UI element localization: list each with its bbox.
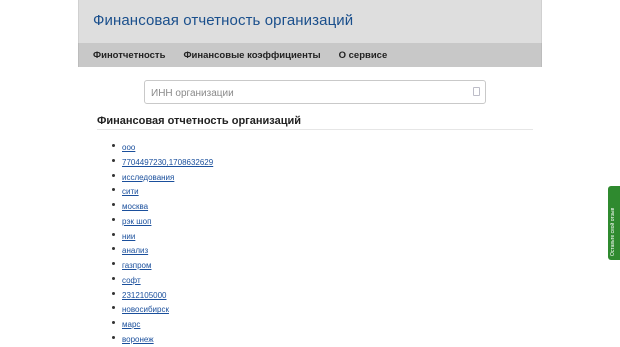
list-link[interactable]: воронеж [122,335,154,344]
list-item: 7704497230,1708632629 [112,154,213,169]
search-input[interactable] [149,84,465,102]
nav-item-fin-ratios[interactable]: Финансовые коэффициенты [183,50,320,61]
section-title: Финансовая отчетность организаций [97,115,301,127]
list-link[interactable]: газпром [122,261,152,270]
list-link[interactable]: софт [122,276,141,285]
list-item: софт [112,272,213,287]
nav-item-about[interactable]: О сервисе [339,50,388,61]
list-link[interactable]: 7704497230,1708632629 [122,158,213,167]
list-link[interactable]: марс [122,320,140,329]
list-item: нии [112,228,213,243]
nav-item-finreports[interactable]: Финотчетность [93,50,165,61]
list-item: исследования [112,169,213,184]
page: Финансовая отчетность организаций Финотч… [78,0,542,346]
feedback-tab[interactable]: Оставьте свой отзыв [608,186,620,260]
list-link[interactable]: нии [122,232,135,241]
list-link[interactable]: рэк шоп [122,217,151,226]
list-link[interactable]: исследования [122,173,174,182]
list-link[interactable]: 2312105000 [122,291,167,300]
list-link[interactable]: анализ [122,246,148,255]
search-icon[interactable] [473,87,480,96]
feedback-label: Оставьте свой отзыв [610,207,616,256]
list-link[interactable]: ооо [122,143,135,152]
main-nav: Финотчетность Финансовые коэффициенты О … [78,43,542,67]
search-box [144,80,486,104]
list-item: москва [112,198,213,213]
list-item: марс [112,316,213,331]
list-item: сити [112,183,213,198]
header: Финансовая отчетность организаций [78,0,542,43]
site-title[interactable]: Финансовая отчетность организаций [93,12,353,29]
divider [97,129,533,130]
list-item: новосибирск [112,301,213,316]
search-links-list: ооо 7704497230,1708632629 исследования с… [112,139,213,346]
list-item: рэк шоп [112,213,213,228]
list-item: 2312105000 [112,287,213,302]
list-link[interactable]: новосибирск [122,305,169,314]
list-item: ооо [112,139,213,154]
list-item: газпром [112,257,213,272]
list-link[interactable]: москва [122,202,148,211]
list-item: воронеж [112,331,213,346]
list-item: анализ [112,242,213,257]
list-link[interactable]: сити [122,187,139,196]
